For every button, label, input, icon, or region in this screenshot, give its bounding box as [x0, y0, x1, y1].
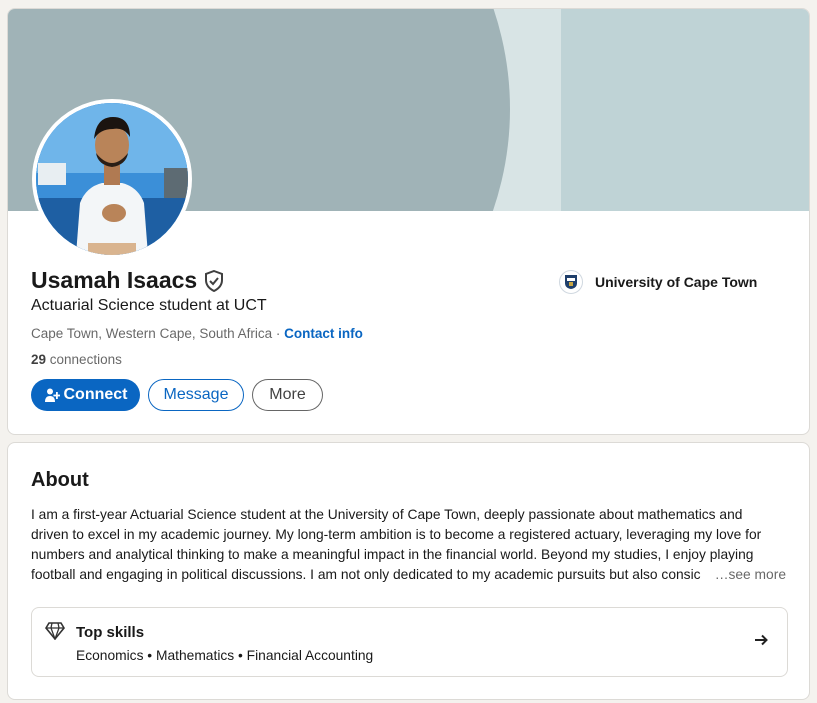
add-person-icon [44, 387, 60, 403]
profile-location: Cape Town, Western Cape, South Africa [31, 326, 273, 341]
profile-headline: Actuarial Science student at UCT [31, 297, 267, 314]
more-button[interactable]: More [252, 379, 323, 411]
profile-name: Usamah Isaacs [31, 267, 198, 293]
location-row: Cape Town, Western Cape, South Africa · … [31, 326, 363, 341]
connections-label: connections [46, 352, 122, 367]
profile-card: Usamah Isaacs Actuarial Science student … [7, 8, 810, 435]
uct-logo-icon [559, 270, 583, 294]
verified-shield-icon[interactable] [204, 269, 224, 292]
education-name: University of Cape Town [595, 274, 758, 290]
connect-label: Connect [63, 386, 128, 403]
name-row: Usamah Isaacs [31, 267, 224, 294]
see-more-button[interactable]: …see more [710, 567, 786, 582]
profile-actions: Connect Message More [31, 379, 323, 411]
arrow-right-icon[interactable] [753, 632, 769, 648]
top-skills-title: Top skills [76, 624, 145, 641]
top-skills-box[interactable]: Top skills Economics • Mathematics • Fin… [31, 607, 788, 677]
message-button[interactable]: Message [148, 379, 244, 411]
connect-button[interactable]: Connect [31, 379, 140, 411]
about-title: About [31, 469, 89, 491]
top-skills-list: Economics • Mathematics • Financial Acco… [76, 648, 374, 663]
location-separator: · [272, 326, 285, 341]
about-line: numbers and analytical thinking to make … [31, 547, 754, 562]
about-line: I am a first-year Actuarial Science stud… [31, 507, 743, 522]
avatar-photo [36, 103, 188, 255]
education-link[interactable]: University of Cape Town [559, 270, 757, 294]
about-card: About I am a first-year Actuarial Scienc… [7, 442, 810, 700]
about-text: I am a first-year Actuarial Science stud… [31, 505, 796, 585]
connections-number: 29 [31, 352, 47, 367]
about-line: football and engaging in political discu… [31, 567, 701, 582]
profile-avatar[interactable] [32, 99, 192, 259]
contact-info-link[interactable]: Contact info [284, 326, 363, 341]
connections-count[interactable]: 29 connections [31, 352, 122, 367]
diamond-icon [45, 622, 65, 640]
about-line: driven to excel in my academic journey. … [31, 527, 762, 542]
